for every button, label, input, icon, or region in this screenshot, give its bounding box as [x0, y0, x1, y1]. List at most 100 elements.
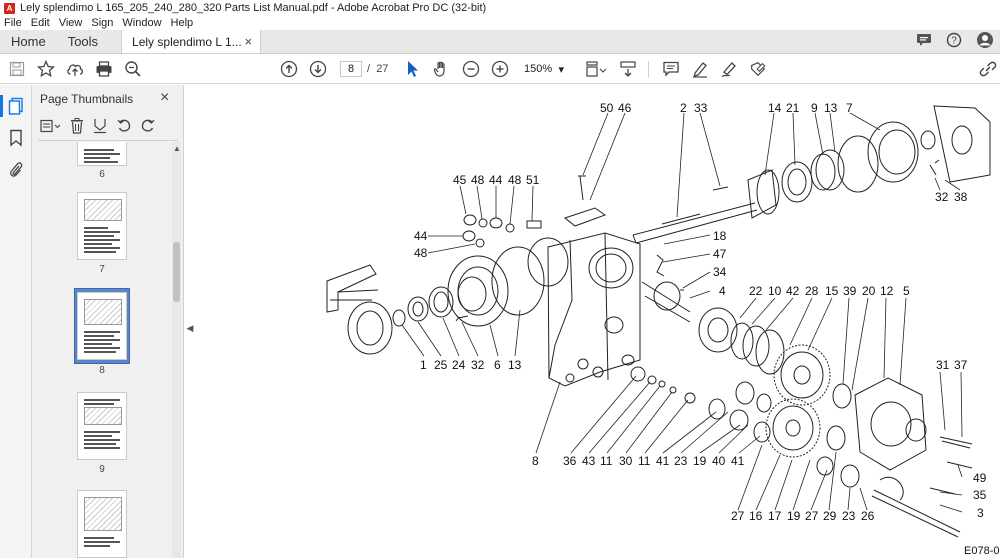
page-thumbnails-panel: Page Thumbnails × 6 7 8 9 ▲	[32, 85, 184, 558]
attachment-paperclip-icon[interactable]	[7, 161, 25, 179]
callout-label: 23	[674, 454, 688, 468]
tab-home[interactable]: Home	[0, 30, 57, 53]
bookmark-icon[interactable]	[7, 129, 25, 147]
tab-bar: Home Tools Lely splendimo L 1... × ?	[0, 30, 1000, 54]
draw-pen-icon[interactable]	[720, 60, 738, 78]
print-icon[interactable]	[95, 60, 113, 78]
callout-label: 51	[526, 173, 540, 187]
page-number-input[interactable]: 8	[340, 61, 362, 77]
callout-label: 26	[861, 509, 875, 523]
highlight-pen-icon[interactable]	[691, 60, 709, 78]
rotate-clockwise-icon[interactable]	[140, 118, 156, 137]
collapse-panel-icon[interactable]: ◀	[186, 320, 194, 336]
callout-label: 30	[619, 454, 633, 468]
page-thumbnail[interactable]	[77, 142, 127, 166]
callout-label: 35	[973, 488, 987, 502]
close-tab-icon[interactable]: ×	[244, 34, 252, 49]
thumbnail-scrollbar[interactable]: ▲	[172, 142, 181, 558]
comment-icon[interactable]	[662, 60, 680, 78]
page-thumbnail[interactable]	[77, 192, 127, 260]
callout-label: 49	[973, 471, 987, 485]
thumbnail-page-label: 9	[99, 464, 105, 475]
scrollbar-thumb[interactable]	[173, 242, 180, 302]
thumbnail-drawing	[84, 497, 122, 531]
menu-file[interactable]: File	[4, 17, 22, 29]
document-tab-label: Lely splendimo L 1...	[132, 34, 242, 49]
window-title: Lely splendimo L 165_205_240_280_320 Par…	[20, 2, 487, 14]
callout-label: 27	[805, 509, 819, 523]
fill-sign-icon[interactable]	[749, 60, 767, 78]
select-cursor-icon[interactable]	[404, 60, 422, 78]
zoom-search-icon[interactable]	[124, 60, 142, 78]
hand-pan-icon[interactable]	[433, 60, 451, 78]
callout-label: 1	[420, 358, 427, 372]
delete-trash-icon[interactable]	[70, 118, 84, 137]
previous-page-icon[interactable]	[280, 60, 298, 78]
callout-label: 2	[680, 101, 687, 115]
callout-label: 16	[749, 509, 763, 523]
zoom-out-icon[interactable]	[462, 60, 480, 78]
panel-divider	[38, 140, 178, 141]
callout-label: 27	[731, 509, 745, 523]
callout-label: 20	[862, 284, 876, 298]
page-display-icon[interactable]	[584, 60, 608, 78]
extract-pages-icon[interactable]	[92, 118, 108, 137]
rotate-counterclockwise-icon[interactable]	[116, 118, 132, 137]
callout-label: 34	[713, 265, 727, 279]
menu-edit[interactable]: Edit	[31, 17, 50, 29]
next-page-icon[interactable]	[309, 60, 327, 78]
callout-label: 12	[880, 284, 894, 298]
document-viewport[interactable]: 50 46 2 33 14 21 9 13 7 45 48 44 48 51 4…	[196, 85, 1000, 558]
callout-label: 4	[719, 284, 726, 298]
menu-view[interactable]: View	[59, 17, 83, 29]
thumbnail-options-icon[interactable]	[40, 119, 62, 136]
callout-label: 44	[489, 173, 503, 187]
callout-label: 40	[712, 454, 726, 468]
help-icon[interactable]: ?	[946, 32, 962, 51]
upload-cloud-icon[interactable]	[66, 60, 84, 78]
page-thumbnails-icon[interactable]	[7, 97, 25, 115]
callout-label: 32	[935, 190, 949, 204]
page-thumbnail-selected[interactable]	[77, 292, 127, 360]
callout-label: 11	[600, 454, 613, 468]
title-bar: A Lely splendimo L 165_205_240_280_320 P…	[0, 0, 1000, 16]
navigation-rail	[0, 85, 32, 558]
callout-label: 11	[638, 454, 651, 468]
acrobat-logo-icon: A	[4, 2, 15, 14]
callout-label: 42	[786, 284, 800, 298]
menu-help[interactable]: Help	[171, 17, 194, 29]
page-count: / 27	[367, 63, 389, 75]
menu-window[interactable]: Window	[122, 17, 161, 29]
zoom-level-dropdown[interactable]: 150% ▾	[520, 61, 568, 77]
comment-bubble-icon[interactable]	[916, 33, 932, 50]
zoom-in-icon[interactable]	[491, 60, 509, 78]
callout-label: 47	[713, 247, 727, 261]
star-bookmark-icon[interactable]	[37, 60, 55, 78]
tab-tools[interactable]: Tools	[57, 30, 109, 53]
user-account-icon[interactable]	[976, 31, 994, 52]
callout-label: 19	[693, 454, 707, 468]
tab-document[interactable]: Lely splendimo L 1... ×	[121, 30, 262, 53]
callout-label: 46	[618, 101, 632, 115]
callout-label: 5	[903, 284, 910, 298]
panel-title: Page Thumbnails	[40, 92, 134, 106]
drawing-reference-code: E078-0	[964, 545, 1000, 557]
thumbnail-page-label: 6	[99, 169, 105, 180]
callout-label: 9	[811, 101, 818, 115]
menu-sign[interactable]: Sign	[91, 17, 113, 29]
page-thumbnail[interactable]	[77, 392, 127, 460]
save-icon[interactable]	[8, 60, 26, 78]
parts-diagram: 50 46 2 33 14 21 9 13 7 45 48 44 48 51 4…	[326, 101, 991, 538]
callout-label: 6	[494, 358, 501, 372]
callout-label: 38	[954, 190, 968, 204]
page-thumbnail[interactable]	[77, 490, 127, 558]
callout-label: 32	[471, 358, 485, 372]
thumbnail-page-label: 7	[99, 264, 105, 275]
close-panel-icon[interactable]: ×	[160, 89, 169, 107]
callout-label: 43	[582, 454, 596, 468]
callout-label: 3	[977, 506, 984, 520]
callout-label: 28	[805, 284, 819, 298]
scroll-up-icon[interactable]: ▲	[173, 144, 181, 153]
scroll-mode-icon[interactable]	[619, 60, 637, 78]
share-link-icon[interactable]	[978, 60, 998, 78]
